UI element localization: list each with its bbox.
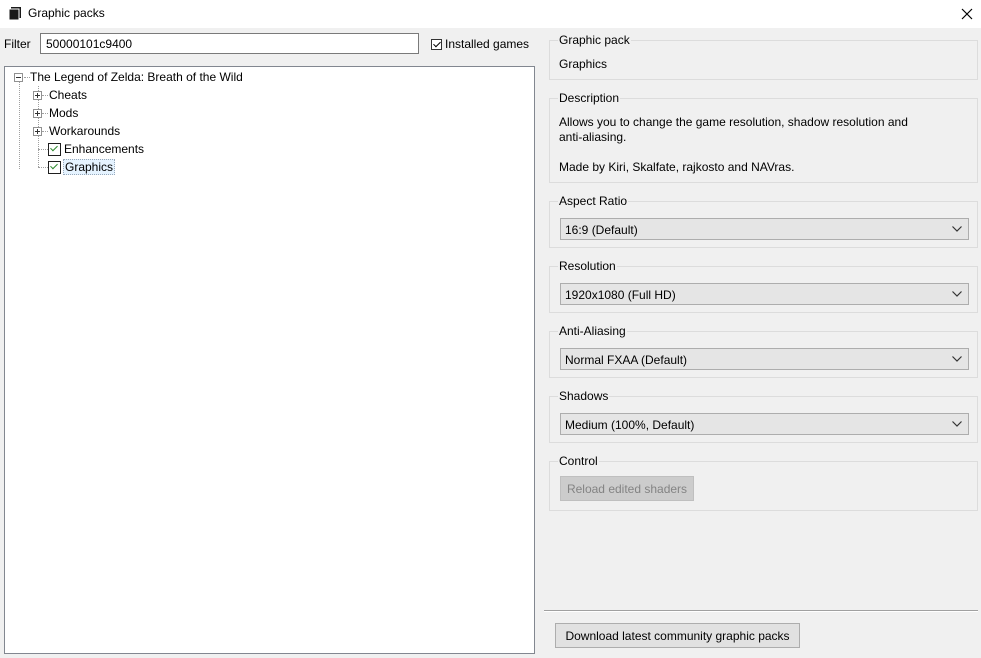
- graphics-checkbox[interactable]: [48, 160, 61, 174]
- expand-icon[interactable]: [33, 90, 42, 100]
- window-title: Graphic packs: [28, 6, 105, 20]
- tree-item-label: Mods: [49, 106, 79, 120]
- filter-label: Filter: [4, 37, 31, 51]
- group-title: Description: [558, 91, 621, 105]
- anti-aliasing-dropdown[interactable]: Normal FXAA (Default): [560, 348, 969, 370]
- installed-games-checkbox-box[interactable]: [431, 38, 442, 50]
- tree-item-label: Enhancements: [64, 142, 145, 156]
- description-line: Allows you to change the game resolution…: [559, 115, 908, 129]
- tree-root-node[interactable]: The Legend of Zelda: Breath of the Wild: [14, 68, 243, 86]
- control-group: Control Reload edited shaders: [549, 454, 978, 511]
- resolution-dropdown[interactable]: 1920x1080 (Full HD): [560, 283, 969, 305]
- group-title: Shadows: [558, 389, 610, 403]
- group-title: Aspect Ratio: [558, 194, 629, 208]
- expand-icon[interactable]: [33, 126, 42, 136]
- description-line: anti-aliasing.: [559, 130, 627, 144]
- anti-aliasing-group: Anti-Aliasing Normal FXAA (Default): [549, 324, 978, 378]
- tree-item-enhancements[interactable]: Enhancements: [48, 140, 144, 158]
- graphic-pack-group: Graphic pack Graphics: [549, 33, 978, 80]
- filter-input[interactable]: [40, 33, 419, 54]
- group-title: Control: [558, 454, 599, 468]
- enhancements-checkbox[interactable]: [48, 142, 61, 156]
- tree-item-workarounds[interactable]: Workarounds: [33, 122, 120, 140]
- tree-item-graphics[interactable]: Graphics: [48, 158, 116, 176]
- download-graphic-packs-button[interactable]: Download latest community graphic packs: [555, 623, 800, 648]
- expand-icon[interactable]: [33, 108, 42, 118]
- tree-root-label: The Legend of Zelda: Breath of the Wild: [30, 70, 243, 84]
- graphic-pack-tree[interactable]: The Legend of Zelda: Breath of the Wild …: [4, 66, 535, 654]
- tree-connector: [38, 149, 48, 150]
- tree-connector: [38, 167, 48, 168]
- footer-separator: [544, 610, 978, 612]
- description-group: Description Allows you to change the gam…: [549, 91, 978, 183]
- chevron-down-icon: [952, 421, 962, 427]
- aspect-ratio-group: Aspect Ratio 16:9 (Default): [549, 194, 978, 248]
- tree-item-mods[interactable]: Mods: [33, 104, 78, 122]
- tree-item-label: Workarounds: [49, 124, 121, 138]
- title-bar: Graphic packs: [0, 0, 981, 28]
- tree-connector: [19, 81, 20, 169]
- resolution-group: Resolution 1920x1080 (Full HD): [549, 259, 978, 313]
- installed-games-label: Installed games: [445, 37, 530, 51]
- reload-edited-shaders-button[interactable]: Reload edited shaders: [560, 476, 694, 501]
- tree-item-cheats[interactable]: Cheats: [33, 86, 87, 104]
- dropdown-value: Normal FXAA (Default): [565, 353, 688, 367]
- tree-item-label: Cheats: [49, 88, 88, 102]
- graphic-packs-app-icon: [9, 7, 21, 20]
- collapse-icon[interactable]: [14, 72, 23, 82]
- chevron-down-icon: [952, 226, 962, 232]
- group-title: Graphic pack: [558, 33, 631, 47]
- chevron-down-icon: [952, 356, 962, 362]
- installed-games-checkbox[interactable]: Installed games: [431, 37, 529, 51]
- description-authors: Made by Kiri, Skalfate, rajkosto and NAV…: [559, 160, 795, 174]
- close-icon: [961, 8, 973, 20]
- group-title: Anti-Aliasing: [558, 324, 627, 338]
- dropdown-value: 16:9 (Default): [565, 223, 638, 237]
- shadows-dropdown[interactable]: Medium (100%, Default): [560, 413, 969, 435]
- group-title: Resolution: [558, 259, 617, 273]
- dropdown-value: 1920x1080 (Full HD): [565, 288, 676, 302]
- dropdown-value: Medium (100%, Default): [565, 418, 695, 432]
- graphic-pack-name: Graphics: [559, 57, 608, 71]
- shadows-group: Shadows Medium (100%, Default): [549, 389, 978, 443]
- aspect-ratio-dropdown[interactable]: 16:9 (Default): [560, 218, 969, 240]
- chevron-down-icon: [952, 291, 962, 297]
- close-button[interactable]: [953, 0, 981, 28]
- tree-item-label: Graphics: [63, 159, 116, 175]
